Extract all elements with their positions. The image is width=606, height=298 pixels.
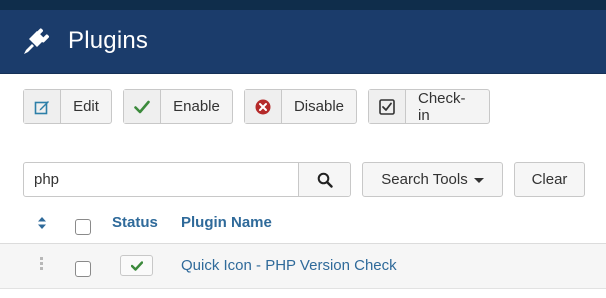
edit-icon [24,90,61,123]
disable-circle-x-icon [245,90,282,123]
search-button[interactable] [298,163,350,196]
column-header-plugin-name[interactable]: Plugin Name [181,214,272,231]
status-toggle-button[interactable] [120,255,153,276]
edit-button[interactable]: Edit [23,89,112,124]
clear-label: Clear [531,171,568,188]
checkin-button[interactable]: Check-in [368,89,490,124]
plug-icon [24,28,49,54]
search-tools-label: Search Tools [381,171,468,188]
column-header-status[interactable]: Status [112,214,158,231]
disable-button[interactable]: Disable [244,89,357,124]
table-header: Status Plugin Name [0,208,606,244]
plugin-name-link[interactable]: Quick Icon - PHP Version Check [181,257,397,274]
search-tools-button[interactable]: Search Tools [362,162,503,197]
checkin-label: Check-in [418,89,466,124]
drag-handle-icon[interactable] [40,257,44,272]
enable-label: Enable [173,98,220,115]
table-row: Quick Icon - PHP Version Check [0,244,606,289]
page-title: Plugins [68,27,149,54]
select-all-checkbox[interactable] [75,219,91,235]
row-checkbox[interactable] [75,261,91,277]
page-header: Plugins [0,10,606,74]
search-icon [317,172,333,188]
clear-button[interactable]: Clear [514,162,585,197]
search-box [23,162,351,197]
checkmark-icon [130,260,143,271]
caret-down-icon [473,178,484,183]
edit-label: Edit [73,98,99,115]
checkmark-icon [124,90,161,123]
search-input[interactable] [24,163,298,196]
checkbox-checked-icon [369,90,406,123]
disable-label: Disable [293,98,344,115]
toolbar: Edit Enable Disable Check-in [0,89,606,125]
sort-icon[interactable] [37,216,47,230]
top-strip [0,0,606,10]
enable-button[interactable]: Enable [123,89,233,124]
